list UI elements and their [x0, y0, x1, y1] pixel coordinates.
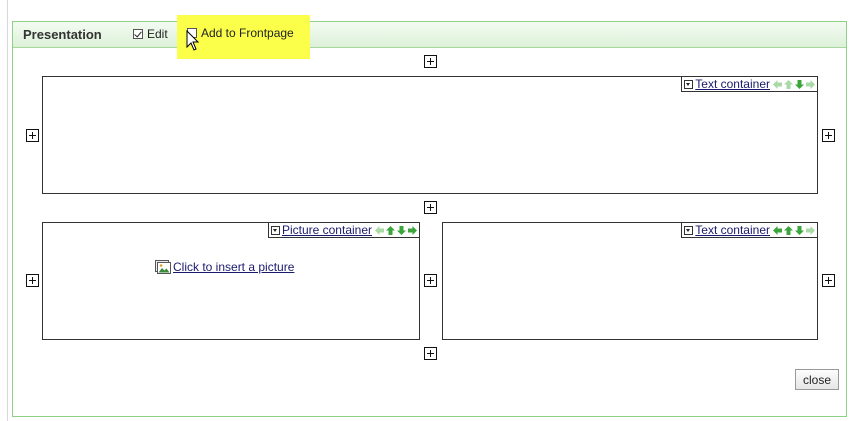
arrow-up-icon[interactable] [784, 79, 793, 89]
add-to-frontpage-label[interactable]: Add to Frontpage [201, 26, 294, 40]
container-toolbar: Text container [681, 77, 817, 92]
panel-header: Presentation Edit [13, 22, 846, 48]
add-right-of-text-container-2-button[interactable] [822, 274, 835, 287]
dropdown-toggle-icon[interactable] [684, 79, 694, 89]
add-left-of-text-container-button[interactable] [26, 129, 39, 142]
arrow-right-icon[interactable] [806, 79, 815, 89]
arrow-down-icon[interactable] [397, 225, 406, 235]
picture-container-link[interactable]: Picture container [282, 223, 372, 237]
insert-picture-link[interactable]: Click to insert a picture [173, 260, 294, 274]
edit-checkbox[interactable] [133, 29, 143, 39]
arrow-left-icon[interactable] [375, 225, 384, 235]
add-left-of-picture-container-button[interactable] [26, 274, 39, 287]
insert-picture-action[interactable]: Click to insert a picture [155, 260, 294, 274]
picture-icon[interactable] [155, 260, 171, 274]
container-toolbar: Text container [681, 223, 817, 238]
arrow-left-icon[interactable] [773, 79, 782, 89]
dropdown-toggle-icon[interactable] [684, 225, 694, 235]
add-row-bottom-button[interactable] [424, 347, 437, 360]
add-right-of-text-container-button[interactable] [822, 129, 835, 142]
mouse-cursor-icon [186, 30, 200, 51]
text-container-top[interactable]: Text container [42, 76, 818, 194]
picture-container[interactable]: Picture container Click to insert a pict… [42, 222, 420, 340]
page-edge [7, 0, 8, 421]
text-container-link[interactable]: Text container [695, 77, 770, 91]
close-button[interactable]: close [795, 369, 839, 390]
arrow-right-icon[interactable] [806, 225, 815, 235]
panel-title: Presentation [23, 27, 102, 42]
text-container-link[interactable]: Text container [695, 223, 770, 237]
arrow-right-icon[interactable] [408, 225, 417, 235]
arrow-down-icon[interactable] [795, 225, 804, 235]
arrow-up-icon[interactable] [784, 225, 793, 235]
arrow-up-icon[interactable] [386, 225, 395, 235]
dropdown-toggle-icon[interactable] [270, 225, 280, 235]
add-between-containers-button[interactable] [424, 274, 437, 287]
add-row-middle-button[interactable] [424, 201, 437, 214]
text-container-right[interactable]: Text container [442, 222, 818, 340]
edit-label[interactable]: Edit [147, 27, 168, 41]
container-toolbar: Picture container [267, 223, 419, 238]
arrow-down-icon[interactable] [795, 79, 804, 89]
add-row-top-button[interactable] [424, 55, 437, 68]
arrow-left-icon[interactable] [773, 225, 782, 235]
